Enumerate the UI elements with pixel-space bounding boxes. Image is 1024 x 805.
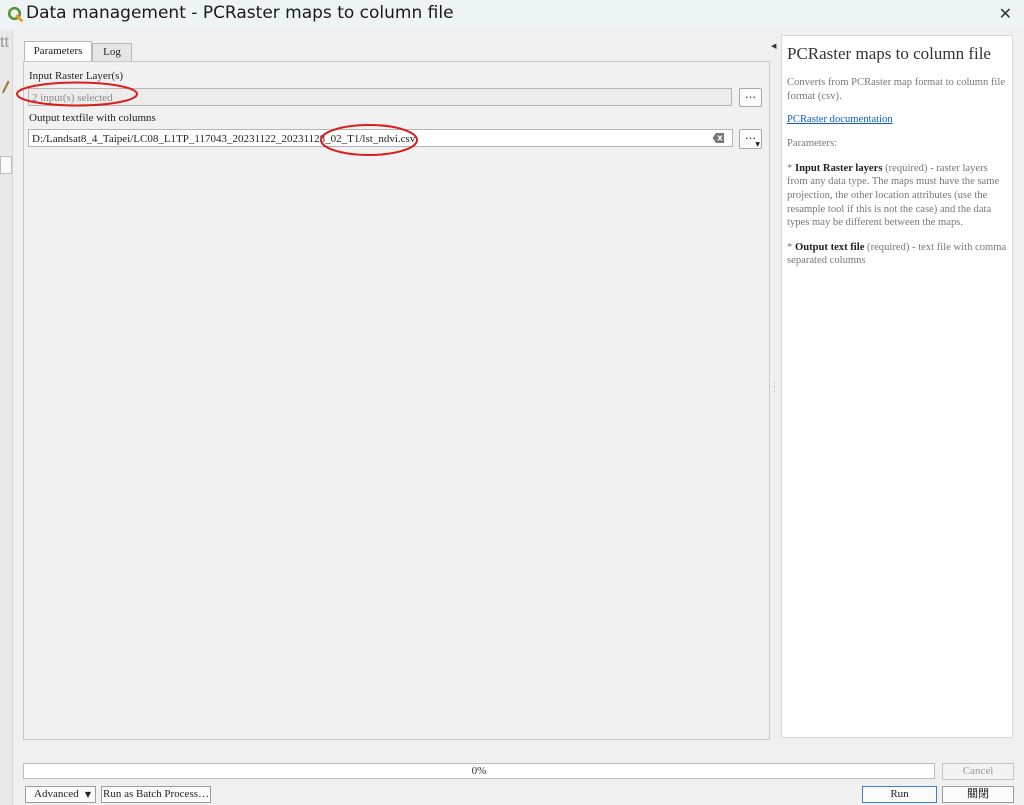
input-raster-browse-button[interactable]: … (739, 88, 762, 107)
close-dialog-button[interactable]: 關閉 (942, 786, 1014, 803)
tab-parameters[interactable]: Parameters (24, 41, 92, 62)
background-app-strip: tt (0, 30, 13, 805)
pencil-icon (2, 80, 10, 94)
advanced-button[interactable]: Advanced ▼ (25, 786, 96, 803)
qgis-icon (7, 6, 23, 22)
run-batch-button[interactable]: Run as Batch Process… (101, 786, 211, 803)
help-param2-name: Output text file (794, 241, 865, 253)
help-params-heading: Parameters: (787, 138, 838, 150)
input-raster-label: Input Raster Layer(s) (29, 70, 124, 82)
clear-text-icon[interactable] (712, 132, 725, 144)
output-file-label: Output textfile with columns (29, 112, 156, 124)
chevron-down-icon: ▼ (755, 141, 760, 148)
help-param1-name: Input Raster layers (794, 162, 883, 174)
cancel-button[interactable]: Cancel (942, 763, 1014, 780)
advanced-label: Advanced (34, 788, 79, 800)
help-param-output-file: * Output text file (required) - text fil… (787, 241, 1007, 268)
progress-text: 0% (471, 765, 487, 777)
title-bar: Data management - PCRaster maps to colum… (0, 0, 1024, 30)
splitter-handle[interactable]: · · · (773, 380, 776, 397)
run-button[interactable]: Run (862, 786, 937, 803)
window-title: Data management - PCRaster maps to colum… (26, 3, 454, 23)
help-title: PCRaster maps to column file (787, 44, 991, 63)
close-icon[interactable]: ✕ (999, 4, 1012, 23)
help-description: Converts from PCRaster map format to col… (787, 77, 1006, 102)
help-param1-bullet: * (787, 162, 795, 174)
tab-log[interactable]: Log (92, 43, 132, 61)
help-param-input-raster: * Input Raster layers (required) - raste… (787, 162, 1007, 230)
background-panel-icon (0, 156, 12, 174)
output-file-browse-button[interactable]: … ▼ (739, 129, 762, 149)
background-text-fragment: tt (0, 34, 9, 51)
parameters-panel: Input Raster Layer(s) 2 input(s) selecte… (23, 61, 770, 740)
help-doc-link[interactable]: PCRaster documentation (787, 114, 1007, 125)
output-file-field[interactable]: D:/Landsat8_4_Taipei/LC08_L1TP_117043_20… (28, 129, 733, 147)
chevron-down-icon: ▼ (84, 790, 91, 799)
help-panel: PCRaster maps to column file Converts fr… (781, 35, 1013, 738)
help-param2-bullet: * (787, 241, 795, 253)
progress-bar: 0% (23, 763, 935, 779)
input-raster-field[interactable]: 2 input(s) selected (28, 88, 732, 106)
collapse-arrow-icon[interactable]: ◀ (771, 42, 776, 50)
output-browse-label: … (745, 129, 756, 142)
